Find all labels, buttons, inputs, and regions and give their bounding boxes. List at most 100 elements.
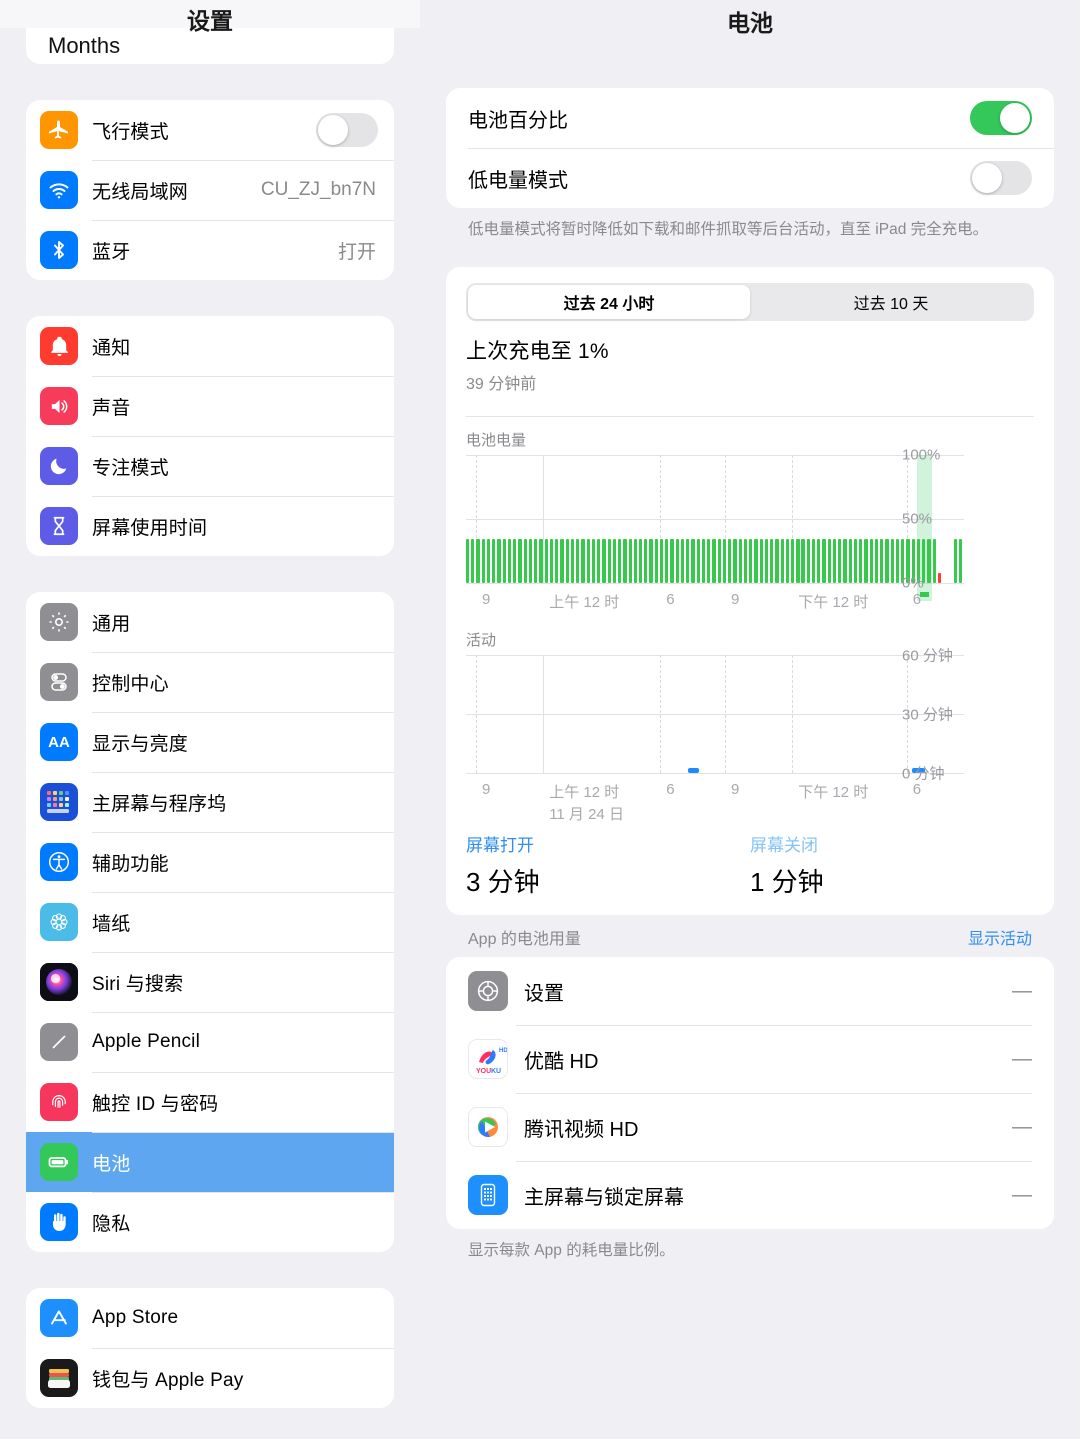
sidebar-item-label: 隐私: [92, 1213, 131, 1235]
sidebar-item-siri-search[interactable]: Siri 与搜索: [26, 952, 394, 1012]
detail-header: 电池: [420, 0, 1080, 35]
sidebar-group-store: App Store 钱包与 Apple Pay: [26, 1288, 394, 1408]
chart-bar: [691, 539, 695, 583]
chart-bar: [728, 539, 732, 583]
low-power-mode-toggle[interactable]: [970, 161, 1032, 195]
chart-bar: [528, 539, 533, 583]
chart-bar: [864, 539, 868, 583]
sidebar-item-notifications[interactable]: 通知: [26, 316, 394, 376]
time-range-segmented-control[interactable]: 过去 24 小时 过去 10 天: [466, 283, 1034, 321]
chart-bar: [586, 539, 590, 583]
chart-bar: [486, 539, 491, 583]
list-item[interactable]: 设置 —: [446, 957, 1054, 1025]
chart-bar: [680, 539, 685, 583]
tab-last-10-days[interactable]: 过去 10 天: [750, 285, 1032, 319]
wifi-icon: [40, 171, 78, 209]
sidebar-item-wallet[interactable]: 钱包与 Apple Pay: [26, 1348, 394, 1408]
chart-bar: [686, 539, 690, 583]
activity-plot: 60 分钟 30 分钟 0 分钟: [466, 648, 964, 783]
screen-off-label: 屏幕关闭: [750, 836, 818, 855]
chart-bar: [481, 539, 485, 583]
y-axis-tick-label: 100%: [902, 446, 941, 464]
sidebar-item-screen-time[interactable]: 屏幕使用时间: [26, 496, 394, 556]
chart-bar: [801, 539, 805, 583]
sidebar-item-general[interactable]: 通用: [26, 592, 394, 652]
sidebar-item-wallpaper[interactable]: 墙纸: [26, 892, 394, 952]
sidebar-item-control-center[interactable]: 控制中心: [26, 652, 394, 712]
airplane-mode-toggle[interactable]: [316, 113, 378, 147]
sidebar-item-label: 专注模式: [92, 457, 169, 479]
chart-bar: [523, 539, 527, 583]
chart-bar: [880, 539, 884, 583]
sidebar-item-label: 钱包与 Apple Pay: [92, 1369, 244, 1391]
show-activity-link[interactable]: 显示活动: [968, 925, 1032, 949]
chart-bar: [591, 539, 596, 583]
sidebar-item-touch-id[interactable]: 触控 ID 与密码: [26, 1072, 394, 1132]
sidebar-item-focus[interactable]: 专注模式: [26, 436, 394, 496]
chart-bar: [874, 539, 879, 583]
sidebar-scroll-content[interactable]: Months 飞行模式 无线局域网 CU_ZJ_bn7N 蓝牙 打开 通知 声音…: [0, 28, 420, 1408]
sidebar-item-privacy[interactable]: 隐私: [26, 1192, 394, 1252]
sidebar-item-sounds[interactable]: 声音: [26, 376, 394, 436]
app-usage-section-header: App 的电池用量 显示活动: [446, 915, 1054, 957]
chart-bar: [507, 539, 512, 583]
chart-bar: [853, 539, 858, 583]
chart-bar: [701, 539, 706, 583]
detail-gap-1: [446, 241, 1054, 267]
tab-last-24-hours[interactable]: 过去 24 小时: [468, 285, 750, 319]
settings-sidebar: 设置 Months 飞行模式 无线局域网 CU_ZJ_bn7N 蓝牙 打开 通知…: [0, 0, 420, 1439]
sidebar-header: 设置: [0, 0, 420, 33]
sidebar-item-label: Apple Pencil: [92, 1031, 201, 1052]
chart-bar: [754, 539, 758, 583]
low-power-mode-label: 低电量模式: [468, 169, 568, 192]
sidebar-item-accessibility[interactable]: 辅助功能: [26, 832, 394, 892]
sidebar-item-airplane-mode[interactable]: 飞行模式: [26, 100, 394, 160]
chart-bar: [817, 539, 821, 583]
x-axis-tick-label: 下午 12 时: [798, 784, 869, 801]
list-item[interactable]: 主屏幕与锁定屏幕 —: [446, 1161, 1054, 1229]
list-item[interactable]: 腾讯视频 HD —: [446, 1093, 1054, 1161]
x-axis-tick-label: 6: [666, 591, 675, 608]
moon-icon: [40, 447, 78, 485]
chart-bar: [560, 539, 564, 583]
sidebar-item-wifi[interactable]: 无线局域网 CU_ZJ_bn7N: [26, 160, 394, 220]
wallet-icon: [40, 1359, 78, 1397]
chart-bar: [822, 539, 826, 583]
sidebar-item-label: 飞行模式: [92, 121, 169, 143]
screen-on-stat: 屏幕打开 3 分钟: [466, 831, 750, 899]
list-item[interactable]: HD YOU KU 优酷 HD —: [446, 1025, 1054, 1093]
app-usage-value: —: [1012, 979, 1032, 1002]
pencil-icon: [40, 1023, 78, 1061]
battery-chart-bars: [466, 455, 964, 601]
sidebar-item-apple-pencil[interactable]: Apple Pencil: [26, 1012, 394, 1072]
chart-bar: [738, 539, 742, 583]
battery-settings-card: 电池百分比 低电量模式: [446, 88, 1054, 208]
battery-percentage-toggle[interactable]: [970, 101, 1032, 135]
low-power-mode-row[interactable]: 低电量模式: [446, 148, 1054, 208]
sidebar-item-app-store[interactable]: App Store: [26, 1288, 394, 1348]
battery-level-plot: 100% 50% 0%: [466, 447, 964, 601]
battery-percentage-row[interactable]: 电池百分比: [446, 88, 1054, 148]
screen-on-value: 3 分钟: [466, 867, 540, 897]
x-axis-tick-label: 上午 12 时: [549, 594, 620, 611]
chart-bar: [712, 539, 716, 583]
chart-bar: [497, 539, 501, 583]
wifi-network-name: CU_ZJ_bn7N: [260, 179, 376, 200]
chart-bar: [707, 539, 711, 583]
screen-time-stats: 屏幕打开 3 分钟 屏幕关闭 1 分钟: [446, 819, 1054, 915]
chart-bar: [534, 539, 538, 583]
sidebar-item-label: Siri 与搜索: [92, 973, 184, 995]
sidebar-item-label: 无线局域网: [92, 181, 189, 203]
tencent-video-app-icon: [468, 1107, 508, 1147]
chart-bar: [549, 539, 554, 583]
gear-icon: [40, 603, 78, 641]
sidebar-item-home-dock[interactable]: 主屏幕与程序坞: [26, 772, 394, 832]
home-grid-icon: [40, 783, 78, 821]
chart-bar: [733, 539, 737, 583]
sidebar-item-bluetooth[interactable]: 蓝牙 打开: [26, 220, 394, 280]
sidebar-item-battery[interactable]: 电池: [26, 1132, 394, 1192]
activity-chart: 活动 60 分钟 30 分钟 0 分钟 9 上午 12 时 6 9 下午 12 时 6 11 月…: [446, 629, 1054, 823]
sidebar-item-display-brightness[interactable]: AA 显示与亮度: [26, 712, 394, 772]
chart-bar: [827, 539, 831, 583]
sliders-icon: [40, 663, 78, 701]
